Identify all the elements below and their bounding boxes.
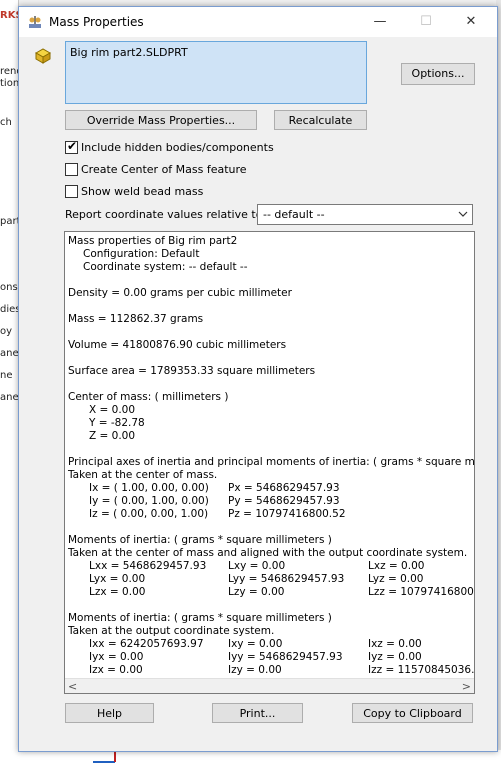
bg-fragment: ne xyxy=(0,370,13,381)
results-ixy: Ixy = 0.00 xyxy=(228,638,283,650)
results-izx: Izx = 0.00 xyxy=(89,664,143,676)
results-configuration: Configuration: Default xyxy=(83,248,200,260)
bg-fragment: ons xyxy=(0,282,18,293)
maximize-button[interactable]: ☐ xyxy=(403,7,449,37)
results-moi2-taken: Taken at the output coordinate system. xyxy=(68,625,275,637)
coordinate-system-dropdown[interactable]: -- default -- xyxy=(257,204,473,225)
results-density: Density = 0.00 grams per cubic millimete… xyxy=(68,287,292,299)
help-button[interactable]: Help xyxy=(65,703,154,723)
checkmark-icon: ✔ xyxy=(67,139,78,153)
axis-triad-icon xyxy=(93,752,116,763)
results-com-x: X = 0.00 xyxy=(89,404,136,416)
results-com-z: Z = 0.00 xyxy=(89,430,136,442)
results-lxx: Lxx = 5468629457.93 xyxy=(89,560,207,572)
include-hidden-label: Include hidden bodies/components xyxy=(81,141,274,154)
results-coordsys: Coordinate system: -- default -- xyxy=(83,261,248,273)
show-weld-checkbox[interactable] xyxy=(65,185,78,198)
results-ixz: Ixz = 0.00 xyxy=(368,638,422,650)
chevron-down-icon xyxy=(458,211,468,217)
results-izy: Izy = 0.00 xyxy=(228,664,282,676)
results-com-title: Center of mass: ( millimeters ) xyxy=(68,391,229,403)
results-lxz: Lxz = 0.00 xyxy=(368,560,425,572)
results-ix: Ix = ( 1.00, 0.00, 0.00) xyxy=(89,482,209,494)
results-principal-title: Principal axes of inertia and principal … xyxy=(68,456,475,468)
results-iyy: Iyy = 5468629457.93 xyxy=(228,651,343,663)
options-button[interactable]: Options... xyxy=(401,63,475,85)
create-com-label: Create Center of Mass feature xyxy=(81,163,247,176)
include-hidden-checkbox[interactable]: ✔ xyxy=(65,139,78,154)
results-moi2-title: Moments of inertia: ( grams * square mil… xyxy=(68,612,332,624)
bg-fragment: oy xyxy=(0,326,13,337)
override-mass-properties-button[interactable]: Override Mass Properties... xyxy=(65,110,257,130)
results-com-y: Y = -82.78 xyxy=(89,417,145,429)
minimize-button[interactable]: — xyxy=(357,7,403,37)
results-lzy: Lzy = 0.00 xyxy=(228,586,285,598)
results-lzz: Lzz = 10797416800.52 xyxy=(368,586,474,598)
results-mass: Mass = 112862.37 grams xyxy=(68,313,204,325)
results-lyx: Lyx = 0.00 xyxy=(89,573,146,585)
results-surface-area: Surface area = 1789353.33 square millime… xyxy=(68,365,316,377)
bg-fragment: ch xyxy=(0,117,12,128)
coordinate-label: Report coordinate values relative to: xyxy=(65,208,267,221)
show-weld-label: Show weld bead mass xyxy=(81,185,204,198)
create-com-checkbox[interactable] xyxy=(65,163,78,176)
results-lyz: Lyz = 0.00 xyxy=(368,573,424,585)
background-app-bottom xyxy=(0,750,501,766)
bg-fragment: ane xyxy=(0,392,19,403)
mass-properties-icon xyxy=(29,16,41,28)
results-px: Px = 5468629457.93 xyxy=(228,482,340,494)
print-button[interactable]: Print... xyxy=(212,703,303,723)
window-title: Mass Properties xyxy=(49,15,144,29)
results-header: Mass properties of Big rim part2 xyxy=(68,235,238,247)
results-content: Mass properties of Big rim part2 Configu… xyxy=(65,232,475,677)
horizontal-scrollbar[interactable]: < > xyxy=(65,678,474,693)
copy-to-clipboard-button[interactable]: Copy to Clipboard xyxy=(352,703,473,723)
results-iy: Iy = ( 0.00, 1.00, 0.00) xyxy=(89,495,209,507)
title-bar: Mass Properties — ☐ ✕ xyxy=(19,7,497,37)
bg-fragment: ane xyxy=(0,348,19,359)
results-text-area[interactable]: Mass properties of Big rim part2 Configu… xyxy=(64,231,475,694)
results-moi1-taken: Taken at the center of mass and aligned … xyxy=(68,547,468,559)
results-principal-taken: Taken at the center of mass. xyxy=(68,469,218,481)
selected-item[interactable]: Big rim part2.SLDPRT xyxy=(70,46,188,59)
results-iz: Iz = ( 0.00, 0.00, 1.00) xyxy=(89,508,209,520)
mass-properties-dialog: Mass Properties — ☐ ✕ Big rim part2.SLDP… xyxy=(18,6,498,752)
recalculate-button[interactable]: Recalculate xyxy=(274,110,367,130)
results-lxy: Lxy = 0.00 xyxy=(228,560,286,572)
background-app-left: RKS rend tion ch part ons dies oy ane ne… xyxy=(0,0,23,766)
coordinate-selected-value: -- default -- xyxy=(263,208,325,221)
scroll-left-icon[interactable]: < xyxy=(68,679,77,693)
close-button[interactable]: ✕ xyxy=(448,7,494,37)
results-py: Py = 5468629457.93 xyxy=(228,495,340,507)
results-iyz: Iyz = 0.00 xyxy=(368,651,422,663)
results-lyy: Lyy = 5468629457.93 xyxy=(228,573,345,585)
scroll-right-icon[interactable]: > xyxy=(462,679,471,693)
results-moi1-title: Moments of inertia: ( grams * square mil… xyxy=(68,534,332,546)
part-icon xyxy=(34,48,52,64)
results-ixx: Ixx = 6242057693.97 xyxy=(89,638,204,650)
results-lzx: Lzx = 0.00 xyxy=(89,586,146,598)
results-izz: Izz = 11570845036.56 xyxy=(368,664,475,676)
results-pz: Pz = 10797416800.52 xyxy=(228,508,346,520)
results-iyx: Iyx = 0.00 xyxy=(89,651,144,663)
bg-fragment: tion xyxy=(0,78,20,89)
selected-items-list[interactable]: Big rim part2.SLDPRT xyxy=(65,41,367,104)
results-volume: Volume = 41800876.90 cubic millimeters xyxy=(68,339,287,351)
